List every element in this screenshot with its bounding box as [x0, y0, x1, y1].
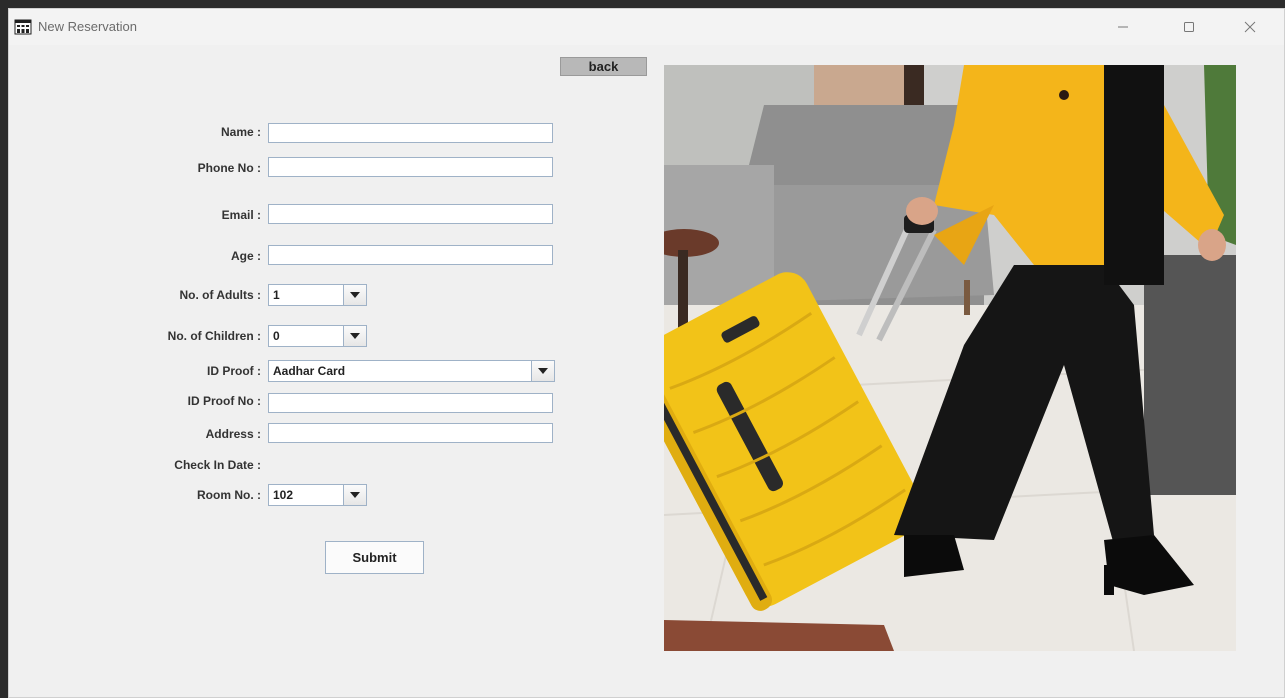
hotel-guest-photo: [664, 65, 1236, 651]
adults-label: No. of Adults :: [179, 288, 261, 302]
phone-field[interactable]: [268, 157, 553, 177]
email-field[interactable]: [268, 204, 553, 224]
room-no-dropdown[interactable]: 102: [268, 484, 367, 506]
name-field[interactable]: [268, 123, 553, 143]
id-proof-no-label: ID Proof No :: [187, 394, 261, 408]
submit-button[interactable]: Submit: [325, 541, 424, 574]
dropdown-arrow-icon[interactable]: [343, 485, 366, 505]
id-proof-value: Aadhar Card: [273, 364, 346, 378]
children-value: 0: [273, 329, 280, 343]
hotel-icon: [14, 19, 32, 35]
address-label: Address :: [205, 427, 261, 441]
title-bar[interactable]: New Reservation: [9, 9, 1284, 45]
children-label: No. of Children :: [167, 329, 261, 343]
id-proof-label: ID Proof :: [207, 364, 261, 378]
id-proof-dropdown[interactable]: Aadhar Card: [268, 360, 555, 382]
children-dropdown[interactable]: 0: [268, 325, 367, 347]
reservation-window: New Reservation back Name : Phone No : E…: [8, 8, 1285, 698]
dropdown-arrow-icon[interactable]: [531, 361, 554, 381]
email-label: Email :: [221, 208, 261, 222]
maximize-button[interactable]: [1166, 9, 1212, 45]
name-label: Name :: [220, 125, 261, 139]
room-no-label: Room No. :: [197, 488, 261, 502]
id-proof-no-field[interactable]: [268, 393, 553, 413]
address-field[interactable]: [268, 423, 553, 443]
adults-value: 1: [273, 288, 280, 302]
age-label: Age :: [231, 249, 261, 263]
dropdown-arrow-icon[interactable]: [343, 326, 366, 346]
window-title: New Reservation: [38, 19, 137, 34]
dropdown-arrow-icon[interactable]: [343, 285, 366, 305]
minimize-icon: [1118, 26, 1128, 28]
close-icon: [1244, 21, 1256, 33]
room-no-value: 102: [273, 488, 294, 502]
close-button[interactable]: [1227, 9, 1273, 45]
age-field[interactable]: [268, 245, 553, 265]
back-button[interactable]: back: [560, 57, 647, 76]
maximize-icon: [1184, 22, 1194, 32]
minimize-button[interactable]: [1100, 9, 1146, 45]
check-in-date-label: Check In Date :: [174, 458, 261, 472]
adults-dropdown[interactable]: 1: [268, 284, 367, 306]
phone-label: Phone No :: [197, 161, 261, 175]
